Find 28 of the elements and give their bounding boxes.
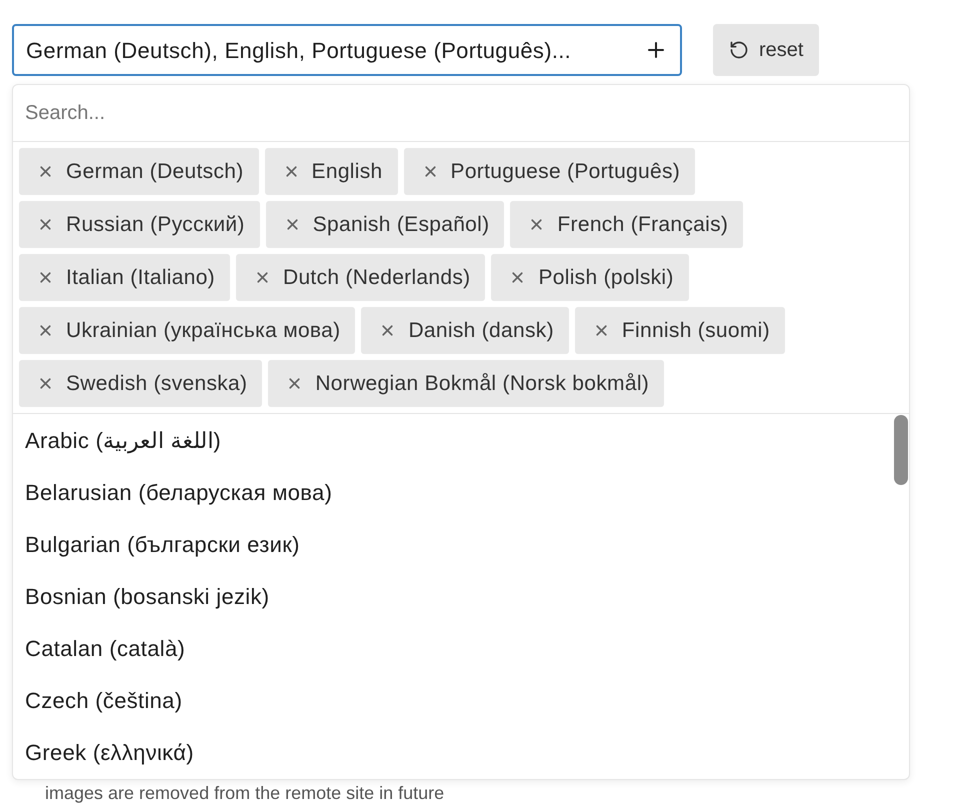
chip-label: Polish (polski) <box>538 264 674 291</box>
chip-label: Finnish (suomi) <box>622 318 770 344</box>
chip-label: Spanish (Español) <box>312 212 490 238</box>
language-select[interactable]: German (Deutsch), English, Portuguese (Português)... <box>12 24 682 76</box>
chip-label: German (Deutsch) <box>66 158 244 185</box>
language-option[interactable]: Bulgarian (български език) <box>13 518 909 570</box>
language-option[interactable]: Arabic (اللغة العربية) <box>13 414 909 466</box>
language-option[interactable]: Bosnian (bosanski jezik) <box>13 570 909 622</box>
chip-label: English <box>312 158 383 185</box>
chip-label: Portuguese (Português) <box>450 158 680 185</box>
reset-icon <box>729 40 749 60</box>
select-value: German (Deutsch), English, Portuguese (Português)... <box>26 36 572 65</box>
chip-label: French (Français) <box>557 212 728 238</box>
language-option[interactable]: Catalan (català) <box>13 622 909 674</box>
reset-button[interactable]: reset <box>713 24 820 76</box>
chip-label: Dutch (Nederlands) <box>282 264 470 291</box>
background-paragraph: images are removed from the remote site in future <box>45 783 444 803</box>
language-option[interactable]: Greek (ελληνικά) <box>13 726 909 778</box>
language-option[interactable]: Belarusian (беларуская мова) <box>13 466 909 518</box>
language-option[interactable]: Czech (čeština) <box>13 674 909 726</box>
chip-label: Russian (Русский) <box>66 212 245 238</box>
chip-label: Italian (Italiano) <box>66 264 215 291</box>
chip-label: Swedish (svenska) <box>66 370 248 397</box>
chip-label: Danish (dansk) <box>408 318 554 344</box>
scrollbar-thumb[interactable] <box>894 415 908 485</box>
chip-label: Norwegian Bokmål (Norsk bokmål) <box>315 370 650 397</box>
search-field[interactable]: Search... <box>13 85 909 142</box>
chip-label: Ukrainian (українська мова) <box>66 318 340 344</box>
